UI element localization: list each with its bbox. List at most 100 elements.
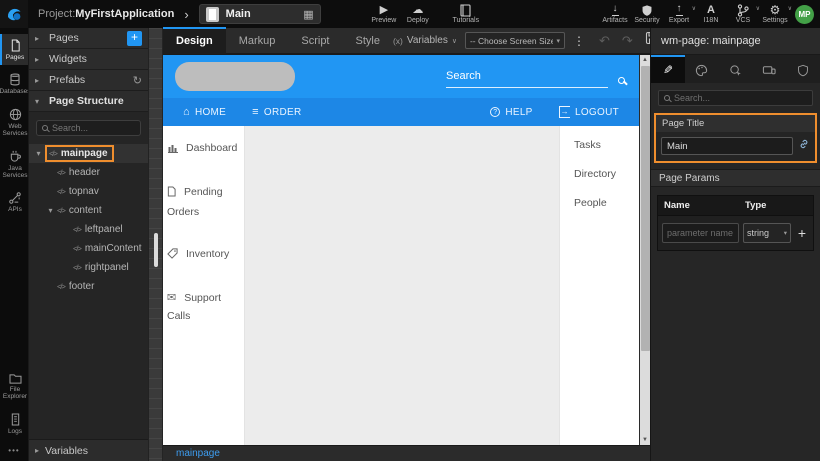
search-icon[interactable] — [618, 77, 625, 84]
menu-item-inventory[interactable]: Inventory — [167, 246, 240, 266]
app-search[interactable]: Search — [446, 66, 625, 88]
page-tab-label: Main — [226, 8, 297, 20]
pencil-icon: ✎ — [663, 63, 673, 77]
tree-node-mainpage[interactable]: ▾ </> mainpage — [29, 144, 148, 163]
artifacts-button[interactable]: ↓ Artifacts — [599, 0, 631, 28]
add-param-button[interactable]: + — [795, 225, 809, 241]
add-page-button[interactable]: + — [127, 31, 142, 46]
open-page-tab[interactable]: Main ▦ — [199, 4, 321, 24]
page-doc-icon — [206, 7, 219, 22]
settings-button[interactable]: ⚙ Settings ∨ — [759, 0, 791, 28]
tab-security[interactable] — [786, 55, 820, 83]
tree-node-content[interactable]: ▾ </> content — [29, 201, 148, 220]
page-structure-tree: ▾ </> mainpage </> header </> topnav ▾ < — [29, 144, 148, 439]
splitter-handle[interactable] — [154, 233, 158, 267]
palette-icon — [695, 64, 708, 77]
param-type-select[interactable]: string ▾ — [743, 223, 791, 243]
menu-item-people[interactable]: People — [574, 197, 639, 209]
user-avatar[interactable]: MP — [795, 5, 814, 24]
canvas-main-content[interactable] — [245, 126, 559, 445]
search-icon — [664, 95, 670, 101]
page-title-input[interactable] — [661, 137, 793, 155]
canvas-scrollbar[interactable]: ▲ ▼ — [639, 55, 650, 445]
page-title-group-highlighted: Page Title — [654, 113, 817, 163]
caret-right-icon: ▸ — [35, 55, 43, 64]
undo-button[interactable]: ↶ — [599, 33, 610, 49]
tab-properties[interactable]: ✎ — [651, 55, 685, 83]
envelope-icon: ✉ — [167, 292, 176, 304]
logout-icon: → — [559, 106, 570, 118]
section-variables[interactable]: ▸ Variables — [29, 439, 148, 461]
tree-node-rightpanel[interactable]: </> rightpanel — [29, 258, 148, 277]
deploy-button[interactable]: ☁ Deploy — [402, 0, 434, 28]
section-widgets[interactable]: ▸ Widgets — [29, 49, 148, 70]
tab-script[interactable]: Script — [288, 27, 342, 54]
tab-styles[interactable] — [685, 55, 719, 83]
tab-style[interactable]: Style — [343, 27, 393, 54]
chevron-down-icon: ∨ — [452, 37, 457, 45]
scroll-down-icon[interactable]: ▼ — [642, 435, 648, 445]
tab-devices[interactable] — [752, 55, 786, 83]
bind-link-icon[interactable] — [798, 137, 810, 155]
properties-search-input[interactable] — [674, 93, 807, 103]
more-menu-icon[interactable]: ⋮ — [573, 34, 585, 48]
tutorials-button[interactable]: Tutorials — [450, 0, 482, 28]
vcs-button[interactable]: VCS ∨ — [727, 0, 759, 28]
rail-item-java-services[interactable]: Java Services — [0, 145, 28, 184]
nav-order[interactable]: ≡ ORDER — [252, 106, 301, 118]
menu-item-directory[interactable]: Directory — [574, 168, 639, 180]
scroll-up-icon[interactable]: ▲ — [642, 55, 648, 65]
rail-item-pages[interactable]: Pages — [0, 34, 28, 65]
design-canvas[interactable]: Search ⌂ HOME ≡ ORDER — [163, 55, 639, 445]
page-params-header[interactable]: Page Params — [651, 169, 820, 187]
canvas-column: Design Markup Script Style (x) Variables… — [163, 28, 650, 461]
rail-item-web-services[interactable]: Web Services — [0, 103, 28, 142]
scrollbar-thumb[interactable] — [641, 66, 650, 351]
i18n-button[interactable]: A I18N — [695, 0, 727, 28]
redo-button[interactable]: ↷ — [622, 33, 633, 49]
database-icon — [9, 73, 21, 86]
tree-node-header[interactable]: </> header — [29, 163, 148, 182]
tree-node-leftpanel[interactable]: </> leftpanel — [29, 220, 148, 239]
menu-item-support-calls[interactable]: ✉Support Calls — [167, 289, 240, 326]
more-options-icon[interactable]: ••• — [0, 442, 28, 461]
param-name-input[interactable] — [662, 223, 739, 243]
tree-node-maincontent[interactable]: </> mainContent — [29, 239, 148, 258]
rail-item-databases[interactable]: Databases — [0, 68, 28, 99]
canvas-right-menu: Tasks Directory People — [559, 126, 639, 445]
wavemaker-logo-icon — [6, 6, 23, 23]
variables-icon: (x) — [393, 36, 403, 46]
section-page-structure[interactable]: ▾ Page Structure — [29, 91, 148, 112]
canvas-ruler-splitter[interactable] — [148, 28, 163, 461]
menu-item-tasks[interactable]: Tasks — [574, 139, 639, 151]
structure-search[interactable] — [36, 120, 141, 136]
rail-item-logs[interactable]: Logs — [0, 408, 28, 439]
properties-search[interactable] — [658, 90, 813, 106]
export-button[interactable]: ↑ Export ∨ — [663, 0, 695, 28]
canvas-app-header[interactable]: Search — [163, 55, 639, 98]
screen-size-select[interactable]: -- Choose Screen Size -- ▾ — [465, 32, 565, 49]
security-button[interactable]: Security — [631, 0, 663, 28]
section-pages[interactable]: ▸ Pages + — [29, 28, 148, 49]
grid-icon[interactable]: ▦ — [303, 8, 313, 21]
menu-item-dashboard[interactable]: Dashboard — [167, 140, 240, 160]
wavemaker-logo[interactable] — [0, 0, 28, 28]
i18n-icon: A — [707, 4, 715, 17]
rail-item-apis[interactable]: APIs — [0, 187, 28, 217]
nav-help[interactable]: ? HELP — [490, 106, 532, 118]
nav-logout[interactable]: → LOGOUT — [559, 106, 619, 118]
structure-search-input[interactable] — [52, 123, 135, 133]
status-page-name[interactable]: mainpage — [176, 448, 220, 459]
variables-dropdown[interactable]: (x) Variables ∨ — [393, 35, 457, 46]
tree-node-footer[interactable]: </> footer — [29, 277, 148, 296]
section-prefabs[interactable]: ▸ Prefabs ↻ — [29, 70, 148, 91]
nav-home[interactable]: ⌂ HOME — [183, 106, 226, 118]
refresh-icon[interactable]: ↻ — [133, 74, 142, 87]
tab-design[interactable]: Design — [163, 27, 226, 54]
tab-events[interactable] — [719, 55, 753, 83]
preview-button[interactable]: ▶ Preview — [368, 0, 400, 28]
menu-item-pending-orders[interactable]: Pending Orders — [167, 184, 240, 222]
tree-node-topnav[interactable]: </> topnav — [29, 182, 148, 201]
rail-item-file-explorer[interactable]: File Explorer — [0, 368, 28, 405]
tab-markup[interactable]: Markup — [226, 27, 289, 54]
